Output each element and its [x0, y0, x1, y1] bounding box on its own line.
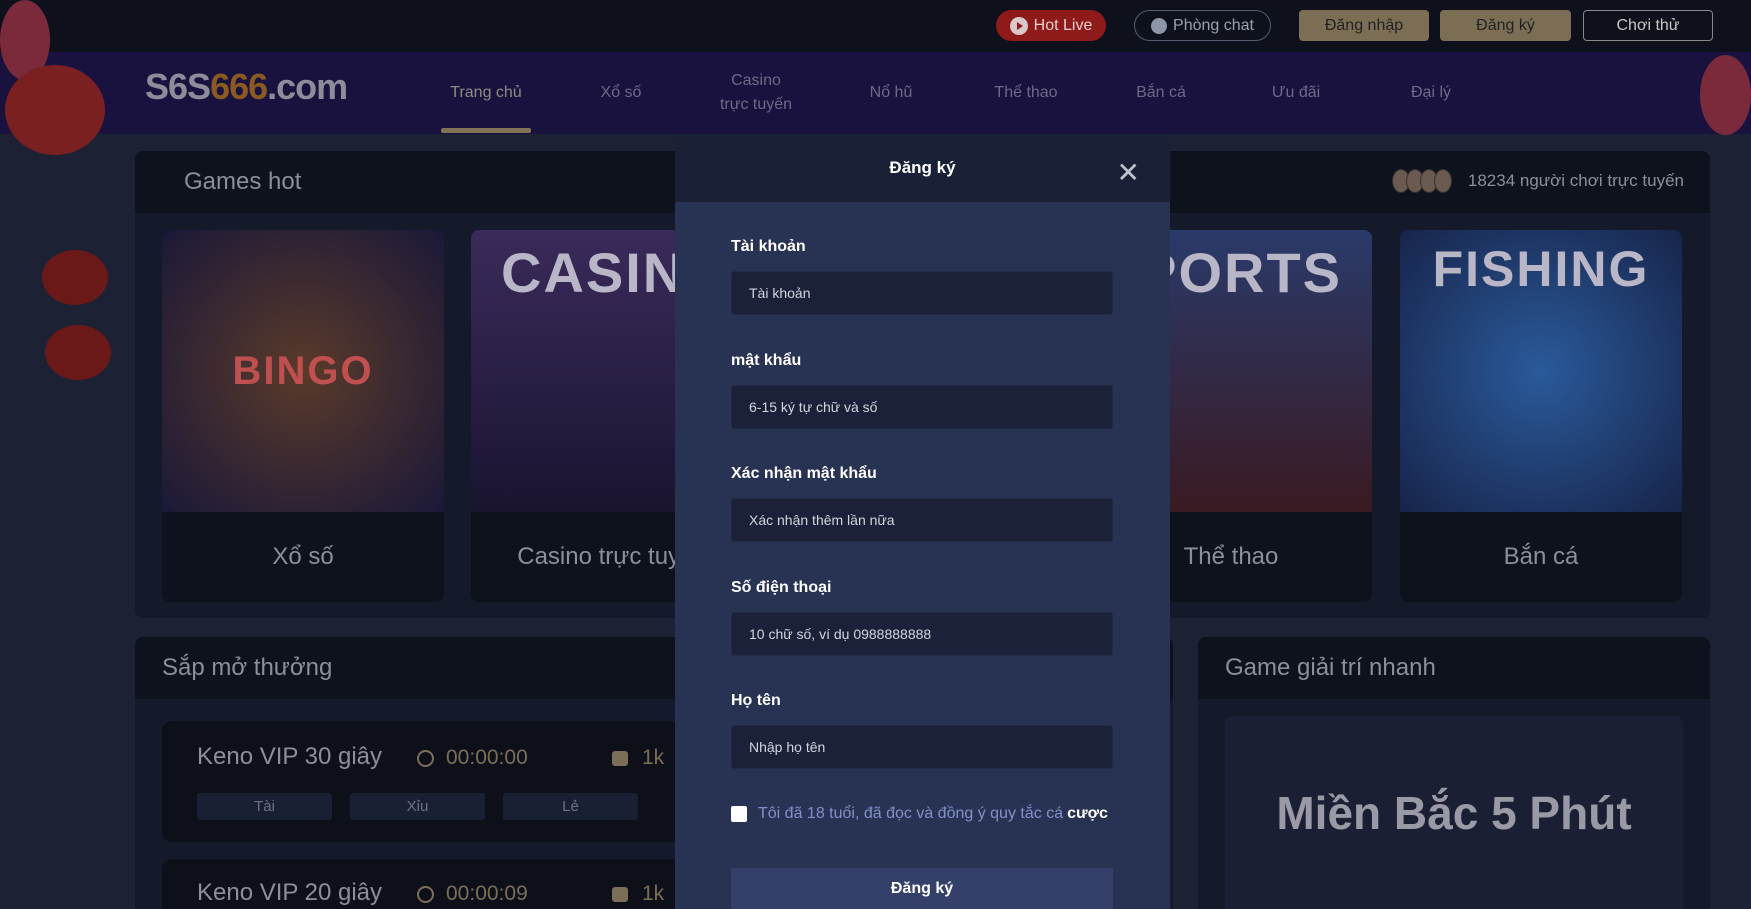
- trial-button[interactable]: Chơi thử: [1583, 10, 1713, 41]
- draw-timer: 00:00:00: [417, 746, 528, 770]
- nav-lottery[interactable]: Xổ số: [561, 52, 681, 134]
- nav-sports[interactable]: Thể thao: [966, 52, 1086, 134]
- coins-icon: [612, 750, 628, 766]
- card-label: Bắn cá: [1503, 543, 1579, 570]
- active-nav-indicator: [441, 128, 531, 133]
- nav-fishing[interactable]: Bắn cá: [1101, 52, 1221, 134]
- terms-link[interactable]: cược: [1067, 805, 1108, 823]
- phone-label: Số điện thoại: [731, 579, 832, 596]
- agree-text: Tôi đã 18 tuổi, đã đọc và đồng ý quy tắc…: [758, 805, 1064, 822]
- nav-promotions[interactable]: Ưu đãi: [1236, 52, 1356, 134]
- nav-home[interactable]: Trang chủ: [426, 52, 546, 134]
- play-icon: [1009, 16, 1028, 35]
- phone-input[interactable]: [731, 612, 1113, 656]
- lantern-decoration: [5, 65, 105, 155]
- bet-option-tai[interactable]: Tài: [197, 793, 332, 820]
- fullname-input[interactable]: [731, 725, 1113, 769]
- lantern-decoration: [45, 325, 111, 380]
- draw-row: Keno VIP 30 giây 00:00:00 1k Tài Xỉu Lẻ: [162, 721, 682, 842]
- chat-room-button[interactable]: Phòng chat: [1134, 10, 1271, 41]
- agree-terms: Tôi đã 18 tuổi, đã đọc và đồng ý quy tắc…: [731, 805, 1108, 823]
- quick-game-banner[interactable]: Miền Bắc 5 Phút: [1225, 716, 1683, 909]
- register-modal: Đăng ký ✕ Tài khoản mật khẩu Xác nhận mật…: [675, 134, 1170, 909]
- nav-agent[interactable]: Đại lý: [1371, 52, 1491, 134]
- modal-header: Đăng ký ✕: [675, 134, 1170, 202]
- confirm-password-input[interactable]: [731, 498, 1113, 542]
- draw-row: Keno VIP 20 giây 00:00:09 1k: [162, 859, 682, 909]
- avatar: [1433, 169, 1452, 193]
- chat-icon: [1151, 17, 1168, 34]
- chat-label: Phòng chat: [1173, 16, 1254, 34]
- draw-amount: 1k: [612, 746, 664, 770]
- draw-name: Keno VIP 20 giây: [197, 879, 383, 906]
- hot-live-button[interactable]: Hot Live: [996, 10, 1106, 41]
- modal-title: Đăng ký: [889, 158, 956, 177]
- quick-games-panel: Game giải trí nhanh Miền Bắc 5 Phút: [1198, 637, 1710, 909]
- logo[interactable]: S6S666.com: [145, 66, 348, 108]
- online-count: 18234 người chơi trực tuyến: [1391, 169, 1684, 193]
- nav-slots[interactable]: Nổ hũ: [831, 52, 951, 134]
- lantern-decoration: [42, 250, 108, 305]
- register-button[interactable]: Đăng ký: [1440, 10, 1571, 41]
- password-input[interactable]: [731, 385, 1113, 429]
- game-card-lottery[interactable]: BINGO Xổ số: [162, 230, 444, 602]
- password-label: mật khẩu: [731, 352, 802, 369]
- submit-register-button[interactable]: Đăng ký: [731, 868, 1113, 909]
- draw-timer: 00:00:09: [417, 882, 528, 906]
- login-button[interactable]: Đăng nhập: [1299, 10, 1429, 41]
- lottery-image: BINGO: [162, 230, 444, 512]
- card-label: Xổ số: [272, 543, 334, 570]
- clock-icon: [417, 885, 434, 903]
- confirm-password-label: Xác nhận mật khẩu: [731, 465, 877, 482]
- fishing-image: FISHING: [1400, 230, 1682, 512]
- username-input[interactable]: [731, 271, 1113, 315]
- game-card-fishing[interactable]: FISHING Bắn cá: [1400, 230, 1682, 602]
- close-icon[interactable]: ✕: [1117, 156, 1140, 189]
- fullname-label: Họ tên: [731, 692, 781, 709]
- username-label: Tài khoản: [731, 238, 806, 255]
- top-bar: Hot Live Phòng chat Đăng nhập Đăng ký Ch…: [0, 0, 1751, 52]
- nav-casino[interactable]: Casino trực tuyến: [696, 52, 816, 134]
- bet-option-le[interactable]: Lẻ: [503, 793, 638, 820]
- bet-option-xiu[interactable]: Xỉu: [350, 793, 485, 820]
- draw-name: Keno VIP 30 giây: [197, 743, 383, 770]
- draw-amount: 1k: [612, 882, 664, 906]
- agree-checkbox[interactable]: [731, 806, 747, 822]
- hot-live-label: Hot Live: [1033, 16, 1093, 34]
- clock-icon: [417, 749, 434, 767]
- coins-icon: [612, 886, 628, 902]
- flower-decoration: [1700, 55, 1751, 135]
- quick-games-title: Game giải trí nhanh: [1198, 637, 1710, 699]
- online-text: 18234 người chơi trực tuyến: [1467, 171, 1684, 190]
